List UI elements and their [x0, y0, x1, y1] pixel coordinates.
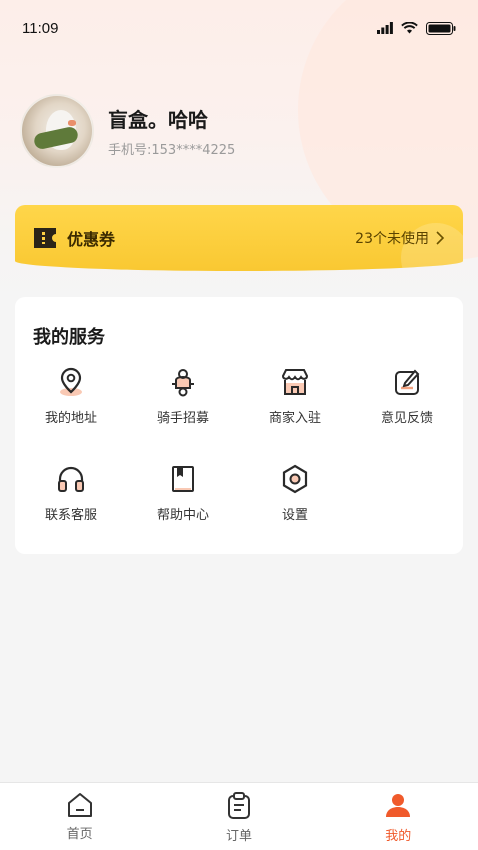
tab-mine[interactable]: 我的: [348, 783, 448, 844]
service-rider-recruit[interactable]: 骑手招募: [127, 365, 239, 462]
coupon-title: 优惠券: [67, 230, 116, 249]
store-icon: [281, 369, 309, 395]
settings-icon: [282, 464, 308, 494]
profile-section[interactable]: 盲盒。哈哈 手机号:153****4225: [20, 94, 235, 168]
services-title: 我的服务: [33, 327, 105, 348]
home-icon: [67, 793, 92, 817]
service-label: 商家入驻: [268, 411, 321, 426]
bottom-tab-bar: 首页 订单 我的: [0, 782, 478, 850]
service-label: 骑手招募: [156, 411, 209, 426]
coupon-banner[interactable]: 优惠券 23个未使用: [15, 205, 463, 271]
service-my-address[interactable]: 我的地址: [15, 365, 127, 462]
location-icon: [60, 367, 82, 396]
service-label: 帮助中心: [156, 508, 209, 523]
status-icons: [377, 21, 456, 35]
status-bar: 11:09: [0, 0, 478, 56]
ticket-icon: [34, 228, 56, 248]
help-book-icon: [172, 466, 194, 492]
tab-label: 我的: [385, 829, 412, 844]
service-label: 意见反馈: [380, 411, 433, 426]
tab-label: 订单: [225, 829, 252, 844]
service-merchant-join[interactable]: 商家入驻: [239, 365, 351, 462]
battery-icon: [426, 21, 456, 35]
chevron-right-icon: [436, 231, 445, 245]
phone-number: 手机号:153****4225: [108, 143, 236, 158]
services-card: 我的服务 我的地址 骑手招募 商家入驻 意见反馈 联系客服 帮助中心 设置: [15, 297, 463, 554]
rider-icon: [172, 369, 194, 397]
feedback-icon: [395, 369, 420, 395]
coupon-count: 23个未使用: [355, 231, 429, 247]
status-time: 11:09: [22, 19, 59, 37]
services-grid: 我的地址 骑手招募 商家入驻 意见反馈 联系客服 帮助中心 设置: [15, 365, 463, 559]
service-label: 我的地址: [44, 411, 97, 426]
service-settings[interactable]: 设置: [239, 462, 351, 559]
service-label: 设置: [281, 508, 308, 523]
user-icon: [386, 794, 411, 817]
tab-home[interactable]: 首页: [30, 783, 130, 842]
tab-label: 首页: [66, 827, 93, 842]
tab-orders[interactable]: 订单: [189, 783, 289, 844]
avatar[interactable]: [20, 94, 94, 168]
service-label: 联系客服: [44, 508, 97, 523]
order-icon: [227, 792, 250, 819]
headset-icon: [58, 466, 84, 492]
service-help-center[interactable]: 帮助中心: [127, 462, 239, 559]
service-feedback[interactable]: 意见反馈: [351, 365, 463, 462]
service-contact-support[interactable]: 联系客服: [15, 462, 127, 559]
wifi-icon: [401, 22, 418, 34]
username: 盲盒。哈哈: [108, 108, 208, 132]
signal-icon: [377, 22, 393, 34]
